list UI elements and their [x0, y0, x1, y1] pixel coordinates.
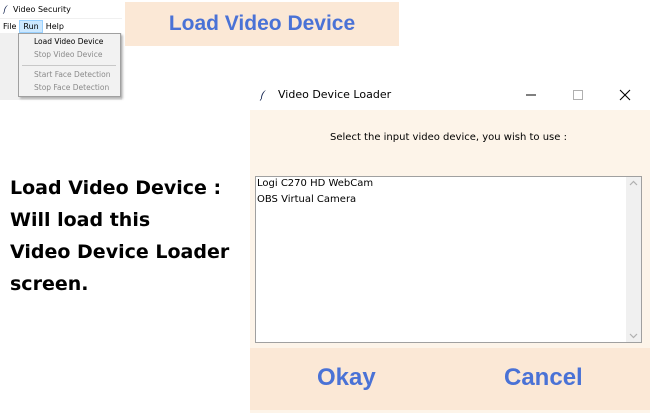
menu-help[interactable]: Help [43, 20, 67, 33]
annotation-line: Load Video Device : [10, 177, 222, 199]
menu-item-stop-video-device[interactable]: Stop Video Device [34, 50, 102, 59]
app-window: Video Security File Run Help Load Video … [0, 0, 122, 100]
menu-run[interactable]: Run [19, 19, 43, 33]
maximize-icon [573, 90, 583, 100]
minimize-icon [526, 94, 536, 96]
feather-icon [2, 4, 9, 14]
video-device-loader-window: Video Device Loader Select the input vid… [250, 80, 650, 413]
close-button[interactable] [602, 80, 648, 110]
menu-item-load-video-device[interactable]: Load Video Device [34, 37, 103, 46]
device-list-item[interactable]: OBS Virtual Camera [257, 194, 356, 205]
annotation-line: Video Device Loader [10, 241, 230, 263]
banner-text: Load Video Device [168, 12, 356, 35]
minimize-button[interactable] [508, 80, 554, 110]
listbox-scrollbar[interactable] [626, 177, 641, 342]
okay-button[interactable]: Okay [317, 364, 376, 392]
menubar: File Run Help [0, 19, 122, 33]
device-select-prompt: Select the input video device, you wish … [330, 132, 567, 143]
menu-separator [22, 65, 116, 66]
app-title: Video Security [13, 4, 71, 14]
menu-item-stop-face-detection[interactable]: Stop Face Detection [34, 83, 109, 92]
menu-item-start-face-detection[interactable]: Start Face Detection [34, 70, 110, 79]
app-titlebar: Video Security [0, 0, 122, 18]
scroll-up-icon[interactable] [629, 180, 638, 186]
loader-title: Video Device Loader [278, 88, 392, 101]
feather-icon [259, 89, 267, 101]
run-menu-dropdown: Load Video Device Stop Video Device Star… [18, 33, 121, 97]
device-list-item[interactable]: Logi C270 HD WebCam [257, 178, 373, 189]
device-listbox[interactable]: Logi C270 HD WebCam OBS Virtual Camera [255, 176, 642, 343]
annotation-text: Load Video Device : Will load this Video… [10, 172, 250, 300]
menu-file[interactable]: File [0, 20, 19, 33]
maximize-button[interactable] [555, 80, 601, 110]
close-icon [619, 89, 631, 101]
scroll-down-icon[interactable] [629, 333, 638, 339]
annotation-line: screen. [10, 273, 89, 295]
load-video-device-banner: Load Video Device [125, 2, 399, 46]
annotation-line: Will load this [10, 209, 151, 231]
cancel-button[interactable]: Cancel [504, 364, 583, 392]
loader-button-bar: Okay Cancel [250, 348, 650, 410]
loader-titlebar: Video Device Loader [250, 80, 650, 110]
